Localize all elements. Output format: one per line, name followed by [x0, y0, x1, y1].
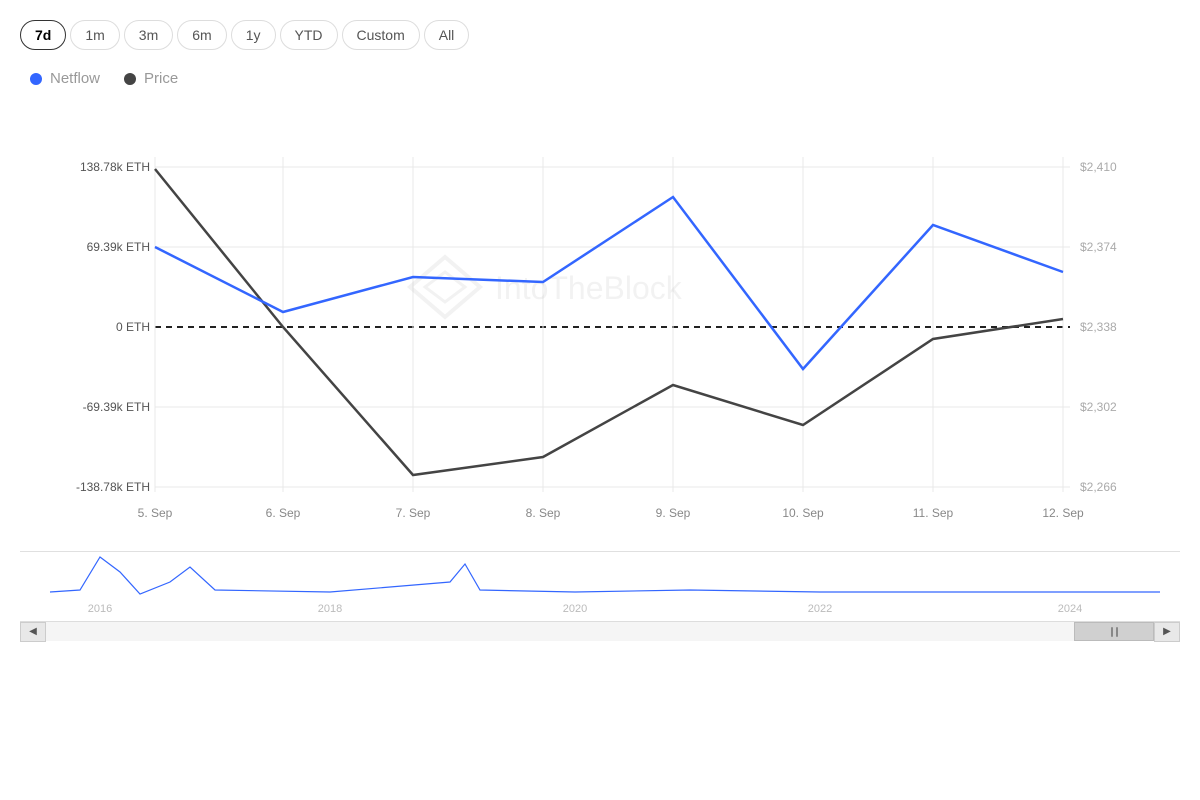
- svg-text:IntoTheBlock: IntoTheBlock: [495, 270, 683, 306]
- time-btn-6m[interactable]: 6m: [177, 20, 226, 50]
- time-range-selector: 7d1m3m6m1yYTDCustomAll: [20, 20, 1180, 50]
- legend-netflow: Netflow: [30, 70, 100, 87]
- scroll-right-button[interactable]: ▶: [1154, 622, 1180, 642]
- svg-text:$2,374: $2,374: [1080, 240, 1117, 254]
- time-btn-3m[interactable]: 3m: [124, 20, 173, 50]
- svg-text:10. Sep: 10. Sep: [782, 506, 824, 520]
- time-btn-7d[interactable]: 7d: [20, 20, 66, 50]
- main-chart: .axis-label { font-size: 12px; fill: #88…: [20, 117, 1180, 547]
- svg-text:6. Sep: 6. Sep: [266, 506, 301, 520]
- netflow-dot: [30, 73, 42, 85]
- chart-svg: .axis-label { font-size: 12px; fill: #88…: [20, 117, 1180, 547]
- navigator-svg: 2016 2018 2020 2022 2024: [20, 552, 1180, 622]
- time-btn-ytd[interactable]: YTD: [280, 20, 338, 50]
- svg-text:2016: 2016: [88, 603, 112, 615]
- grip-line-2: [1116, 627, 1118, 637]
- scroll-handle[interactable]: [1074, 622, 1154, 641]
- price-label: Price: [144, 70, 178, 87]
- navigator-chart: 2016 2018 2020 2022 2024 ◀ ▶: [20, 551, 1180, 641]
- svg-text:0 ETH: 0 ETH: [116, 320, 150, 334]
- svg-text:138.78k ETH: 138.78k ETH: [80, 160, 150, 174]
- navigator-line: [50, 557, 1160, 594]
- netflow-label: Netflow: [50, 70, 100, 87]
- svg-text:$2,302: $2,302: [1080, 400, 1117, 414]
- svg-text:-69.39k ETH: -69.39k ETH: [83, 400, 150, 414]
- svg-text:2018: 2018: [318, 603, 342, 615]
- watermark-group: IntoTheBlock: [410, 257, 683, 317]
- svg-text:8. Sep: 8. Sep: [526, 506, 561, 520]
- grip-line-1: [1111, 627, 1113, 637]
- grip-indicator: [1111, 627, 1118, 637]
- svg-text:7. Sep: 7. Sep: [396, 506, 431, 520]
- time-btn-custom[interactable]: Custom: [342, 20, 420, 50]
- legend-price: Price: [124, 70, 178, 87]
- svg-text:$2,338: $2,338: [1080, 320, 1117, 334]
- time-btn-1m[interactable]: 1m: [70, 20, 119, 50]
- time-btn-all[interactable]: All: [424, 20, 470, 50]
- svg-text:12. Sep: 12. Sep: [1042, 506, 1084, 520]
- svg-text:-138.78k ETH: -138.78k ETH: [76, 480, 150, 494]
- svg-text:69.39k ETH: 69.39k ETH: [87, 240, 150, 254]
- svg-text:$2,410: $2,410: [1080, 160, 1117, 174]
- price-line: [155, 169, 1063, 475]
- price-dot: [124, 73, 136, 85]
- navigator-scrollbar: ◀ ▶: [20, 621, 1180, 641]
- time-btn-1y[interactable]: 1y: [231, 20, 276, 50]
- svg-text:5. Sep: 5. Sep: [138, 506, 173, 520]
- svg-text:11. Sep: 11. Sep: [913, 506, 954, 520]
- svg-text:2024: 2024: [1058, 603, 1082, 615]
- svg-text:$2,266: $2,266: [1080, 480, 1117, 494]
- svg-text:2022: 2022: [808, 603, 832, 615]
- scroll-track: [46, 622, 1154, 641]
- svg-text:9. Sep: 9. Sep: [656, 506, 691, 520]
- chart-legend: Netflow Price: [30, 70, 1180, 87]
- scroll-left-button[interactable]: ◀: [20, 622, 46, 642]
- svg-text:2020: 2020: [563, 603, 587, 615]
- main-container: 7d1m3m6m1yYTDCustomAll Netflow Price .ax…: [0, 0, 1200, 800]
